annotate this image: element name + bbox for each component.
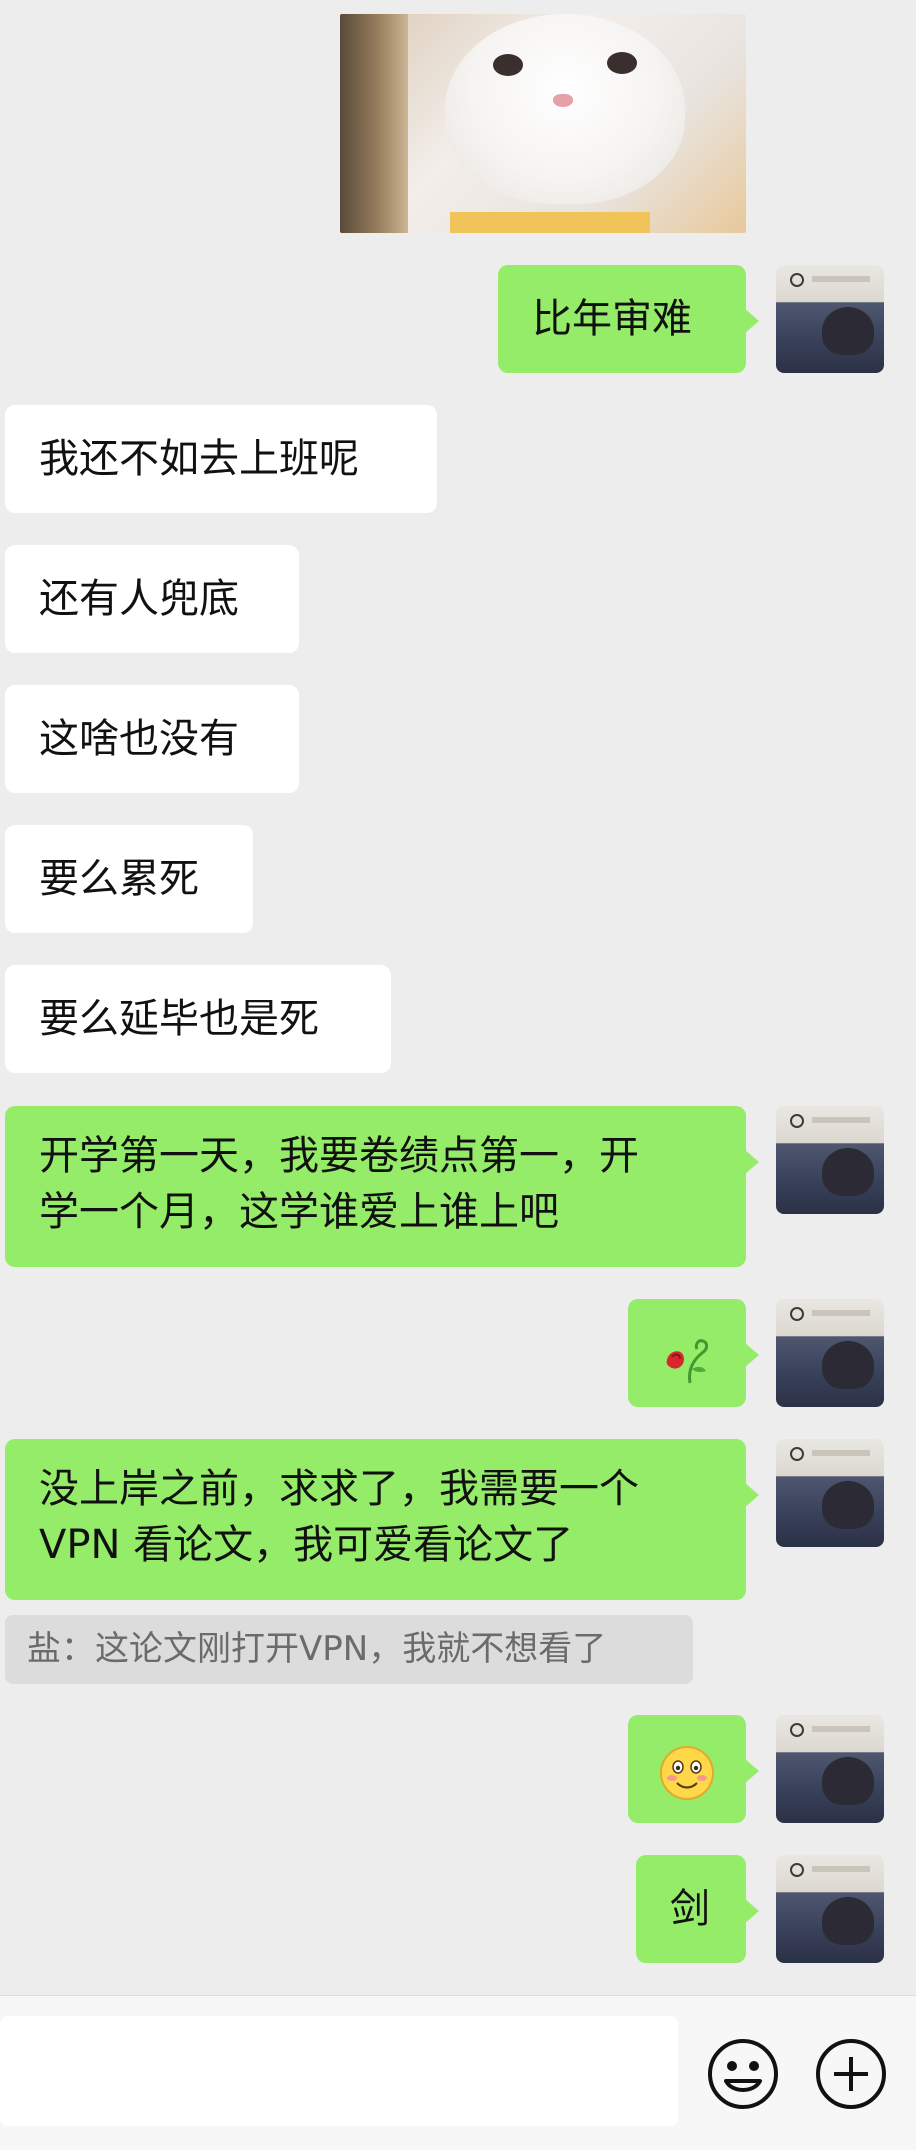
- image-message-cat-photo[interactable]: [340, 14, 746, 233]
- message-text: 要么累死: [39, 856, 199, 902]
- message-bubble-incoming[interactable]: 要么延毕也是死: [5, 965, 391, 1073]
- cat-nose: [553, 94, 573, 107]
- wilted-rose-icon: [666, 1339, 709, 1384]
- cat-eye-left: [493, 54, 523, 76]
- avatar[interactable]: [776, 1855, 884, 1963]
- message-text: 要么延毕也是死: [39, 996, 319, 1042]
- avatar-icon-mark: [790, 1447, 804, 1461]
- avatar-icon-mark: [790, 1114, 804, 1128]
- message-bubble-outgoing[interactable]: 没上岸之前，求求了，我需要一个 VPN 看论文，我可爱看论文了: [5, 1439, 759, 1600]
- message-text: 还有人兜底: [39, 576, 239, 622]
- message-text: 这啥也没有: [39, 716, 239, 762]
- message-text: 比年审难: [532, 296, 692, 342]
- avatar-icon-mark: [790, 273, 804, 287]
- message-bubble-incoming[interactable]: 要么累死: [5, 825, 253, 933]
- avatar[interactable]: [776, 1715, 884, 1823]
- message-bubble-outgoing[interactable]: 比年审难: [498, 265, 759, 373]
- flushed-smile-icon: [660, 1746, 714, 1800]
- message-text: 我还不如去上班呢: [39, 436, 359, 482]
- avatar-icon-mark: [790, 1863, 804, 1877]
- quoted-message-text: 盐：这论文刚打开VPN，我就不想看了: [27, 1629, 607, 1669]
- cat-photo-yellow-object: [450, 212, 650, 233]
- avatar[interactable]: [776, 265, 884, 373]
- message-text: 剑: [670, 1886, 710, 1932]
- message-bubble-incoming[interactable]: 我还不如去上班呢: [5, 405, 437, 513]
- avatar[interactable]: [776, 1439, 884, 1547]
- cat-photo-left-cat: [340, 14, 408, 233]
- message-text: 没上岸之前，求求了，我需要一个 VPN 看论文，我可爱看论文了: [39, 1466, 639, 1568]
- avatar-icon-mark: [790, 1307, 804, 1321]
- message-input[interactable]: [0, 2016, 678, 2126]
- cat-photo-face: [445, 14, 685, 204]
- avatar[interactable]: [776, 1106, 884, 1214]
- message-bubble-incoming[interactable]: 还有人兜底: [5, 545, 299, 653]
- emoji-icon[interactable]: [706, 2037, 780, 2111]
- message-bubble-outgoing[interactable]: 剑: [636, 1855, 759, 1963]
- avatar[interactable]: [776, 1299, 884, 1407]
- message-text: 开学第一天，我要卷绩点第一，开 学一个月，这学谁爱上谁上吧: [39, 1133, 639, 1235]
- plus-icon[interactable]: [814, 2037, 888, 2111]
- quoted-message[interactable]: 盐：这论文刚打开VPN，我就不想看了: [5, 1615, 693, 1684]
- message-bubble-outgoing[interactable]: 开学第一天，我要卷绩点第一，开 学一个月，这学谁爱上谁上吧: [5, 1106, 759, 1267]
- cat-eye-right: [607, 52, 637, 74]
- message-bubble-incoming[interactable]: 这啥也没有: [5, 685, 299, 793]
- avatar-icon-mark: [790, 1723, 804, 1737]
